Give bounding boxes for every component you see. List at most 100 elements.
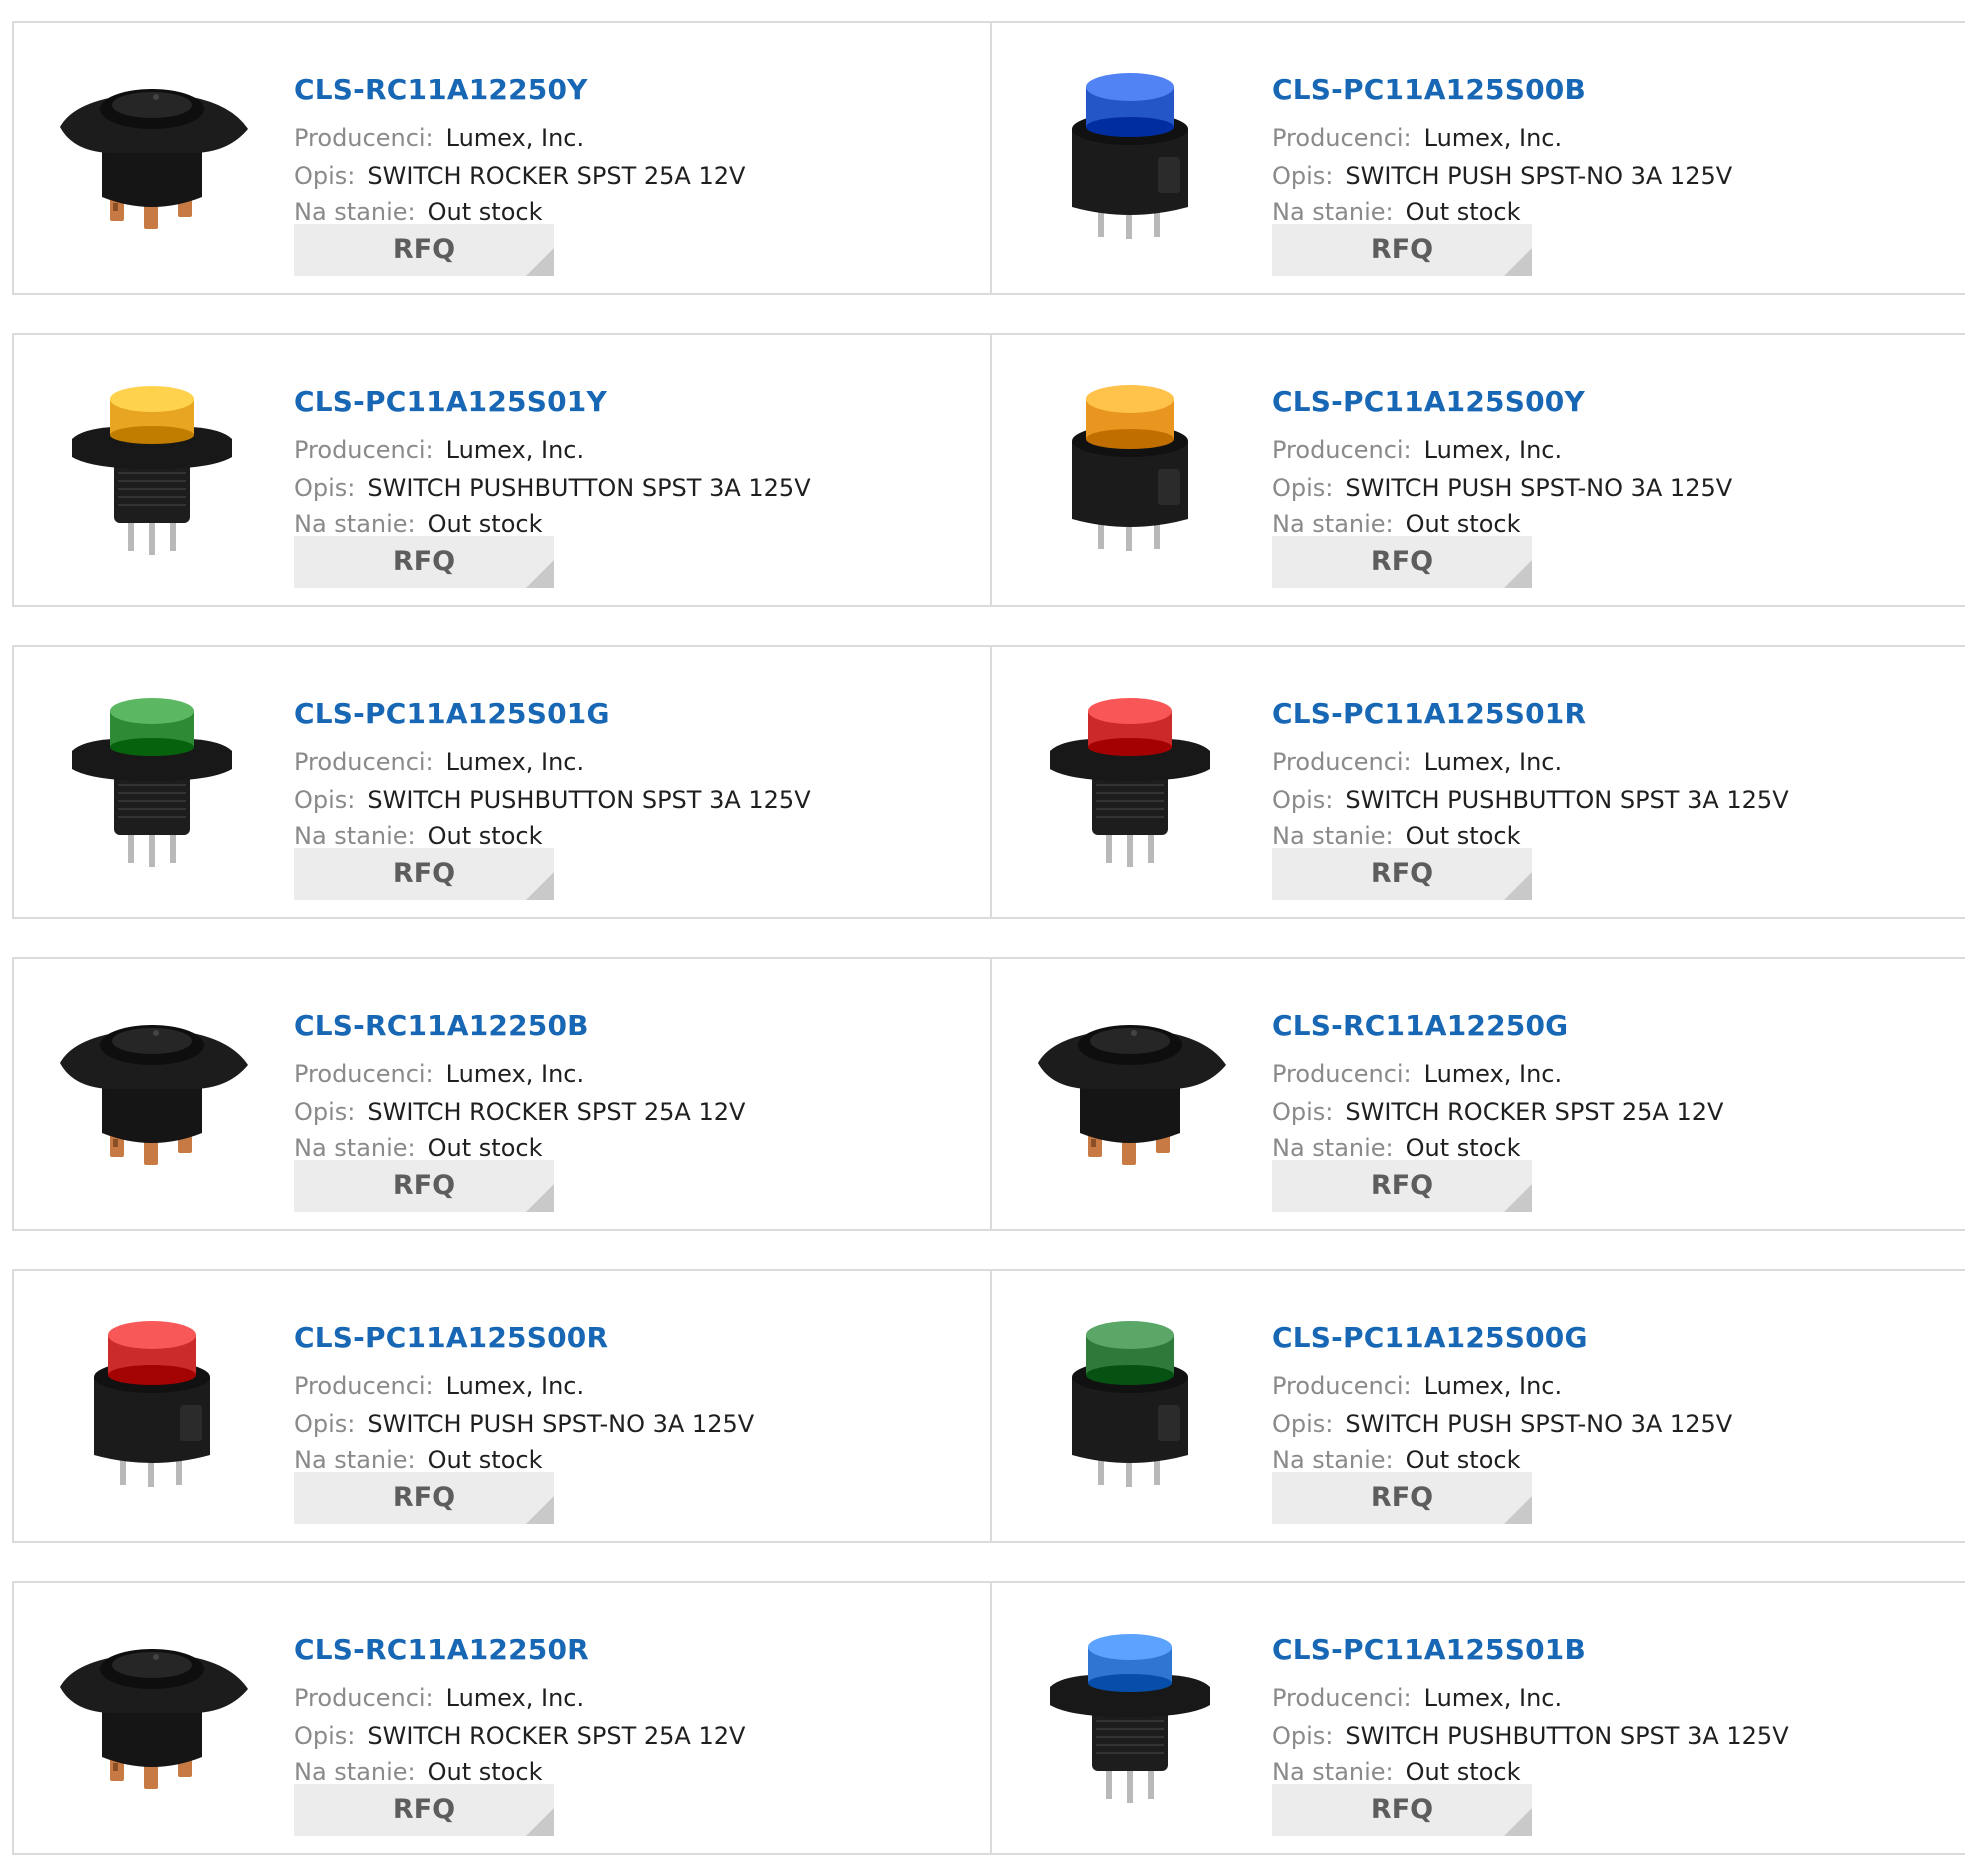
description-label: Opis: [294,1098,356,1126]
description-label: Opis: [294,162,356,190]
description-label: Opis: [1272,1098,1334,1126]
product-grid: CLS-RC11A12250Y Producenci: Lumex, Inc. O… [0,0,1965,1855]
description-label: Opis: [1272,786,1334,814]
description-value: SWITCH PUSH SPST-NO 3A 125V [1345,1410,1733,1438]
manufacturer-line: Producenci: Lumex, Inc. [294,748,584,776]
product-image[interactable] [1030,57,1230,257]
rocker-switch-icon [60,89,248,229]
part-number-link[interactable]: CLS-RC11A12250B [294,1009,589,1042]
product-image[interactable] [52,369,252,569]
part-number-link[interactable]: CLS-PC11A125S00Y [1272,385,1585,418]
description-value: SWITCH ROCKER SPST 25A 12V [367,1722,746,1750]
stock-label: Na stanie: [1272,1758,1394,1786]
manufacturer-label: Producenci: [1272,1060,1412,1088]
stock-value: Out stock [1405,510,1521,538]
rfq-label: RFQ [1370,546,1434,577]
push-switch-icon [1072,1321,1188,1487]
part-number-link[interactable]: CLS-PC11A125S01B [1272,1633,1586,1666]
manufacturer-value: Lumex, Inc. [445,1684,585,1712]
product-row: CLS-PC11A125S01G Producenci: Lumex, Inc. … [12,645,1965,919]
description-label: Opis: [1272,162,1334,190]
product-image[interactable] [52,993,252,1193]
rfq-button[interactable]: RFQ [294,536,554,588]
stock-line: Na stanie: Out stock [294,1134,542,1162]
product-card: CLS-PC11A125S00B Producenci: Lumex, Inc. … [992,23,1965,293]
rfq-label: RFQ [1370,1482,1434,1513]
rfq-button[interactable]: RFQ [294,1784,554,1836]
part-number-link[interactable]: CLS-RC11A12250G [1272,1009,1568,1042]
description-value: SWITCH PUSHBUTTON SPST 3A 125V [367,474,811,502]
product-image[interactable] [1030,1617,1230,1817]
description-value: SWITCH PUSH SPST-NO 3A 125V [1345,162,1733,190]
stock-value: Out stock [1405,198,1521,226]
rfq-label: RFQ [1370,1170,1434,1201]
product-image[interactable] [52,57,252,257]
rfq-button[interactable]: RFQ [1272,224,1532,276]
rfq-corner-decoration [526,1496,554,1524]
product-image[interactable] [1030,1305,1230,1505]
manufacturer-label: Producenci: [1272,124,1412,152]
rfq-button[interactable]: RFQ [1272,536,1532,588]
rfq-label: RFQ [392,546,456,577]
part-number-link[interactable]: CLS-PC11A125S01Y [294,385,607,418]
rfq-button[interactable]: RFQ [294,1472,554,1524]
stock-line: Na stanie: Out stock [294,1758,542,1786]
description-value: SWITCH PUSH SPST-NO 3A 125V [367,1410,755,1438]
manufacturer-label: Producenci: [1272,1372,1412,1400]
manufacturer-line: Producenci: Lumex, Inc. [1272,436,1562,464]
product-card: CLS-PC11A125S00R Producenci: Lumex, Inc. … [14,1271,992,1541]
rocker-switch-icon [60,1025,248,1165]
product-image[interactable] [52,681,252,881]
rfq-label: RFQ [1370,858,1434,889]
manufacturer-value: Lumex, Inc. [1423,124,1563,152]
rfq-button[interactable]: RFQ [294,224,554,276]
description-value: SWITCH ROCKER SPST 25A 12V [1345,1098,1724,1126]
rfq-label: RFQ [392,1482,456,1513]
product-image[interactable] [52,1305,252,1505]
description-line: Opis: SWITCH ROCKER SPST 25A 12V [294,1722,745,1750]
description-value: SWITCH PUSH SPST-NO 3A 125V [1345,474,1733,502]
product-image[interactable] [1030,369,1230,569]
manufacturer-value: Lumex, Inc. [1423,1684,1563,1712]
rfq-button[interactable]: RFQ [1272,1160,1532,1212]
product-row: CLS-RC11A12250B Producenci: Lumex, Inc. O… [12,957,1965,1231]
product-image[interactable] [1030,681,1230,881]
manufacturer-label: Producenci: [294,1372,434,1400]
manufacturer-value: Lumex, Inc. [1423,1060,1563,1088]
rfq-button[interactable]: RFQ [294,848,554,900]
manufacturer-line: Producenci: Lumex, Inc. [294,1060,584,1088]
part-number-link[interactable]: CLS-PC11A125S00B [1272,73,1586,106]
manufacturer-value: Lumex, Inc. [445,436,585,464]
description-line: Opis: SWITCH PUSHBUTTON SPST 3A 125V [294,786,811,814]
product-card: CLS-PC11A125S00Y Producenci: Lumex, Inc. … [992,335,1965,605]
description-value: SWITCH ROCKER SPST 25A 12V [367,1098,746,1126]
rfq-button[interactable]: RFQ [1272,848,1532,900]
part-number-link[interactable]: CLS-PC11A125S01R [1272,697,1586,730]
rfq-corner-decoration [1504,1808,1532,1836]
product-image[interactable] [52,1617,252,1817]
pushbutton-switch-icon [1050,698,1210,867]
part-number-link[interactable]: CLS-RC11A12250Y [294,73,588,106]
stock-value: Out stock [1405,1446,1521,1474]
rfq-button[interactable]: RFQ [1272,1784,1532,1836]
rfq-corner-decoration [1504,560,1532,588]
stock-label: Na stanie: [1272,1134,1394,1162]
description-line: Opis: SWITCH PUSH SPST-NO 3A 125V [294,1410,754,1438]
rfq-button[interactable]: RFQ [294,1160,554,1212]
description-label: Opis: [294,1722,356,1750]
stock-label: Na stanie: [294,1446,416,1474]
product-card: CLS-PC11A125S01G Producenci: Lumex, Inc. … [14,647,992,917]
product-image[interactable] [1030,993,1230,1193]
part-number-link[interactable]: CLS-PC11A125S01G [294,697,610,730]
manufacturer-value: Lumex, Inc. [445,748,585,776]
rfq-button[interactable]: RFQ [1272,1472,1532,1524]
part-number-link[interactable]: CLS-RC11A12250R [294,1633,589,1666]
stock-label: Na stanie: [1272,510,1394,538]
part-number-link[interactable]: CLS-PC11A125S00G [1272,1321,1588,1354]
stock-label: Na stanie: [294,1758,416,1786]
part-number-link[interactable]: CLS-PC11A125S00R [294,1321,608,1354]
stock-line: Na stanie: Out stock [294,510,542,538]
product-card: CLS-RC11A12250R Producenci: Lumex, Inc. O… [14,1583,992,1853]
manufacturer-label: Producenci: [294,748,434,776]
description-line: Opis: SWITCH PUSHBUTTON SPST 3A 125V [1272,786,1789,814]
